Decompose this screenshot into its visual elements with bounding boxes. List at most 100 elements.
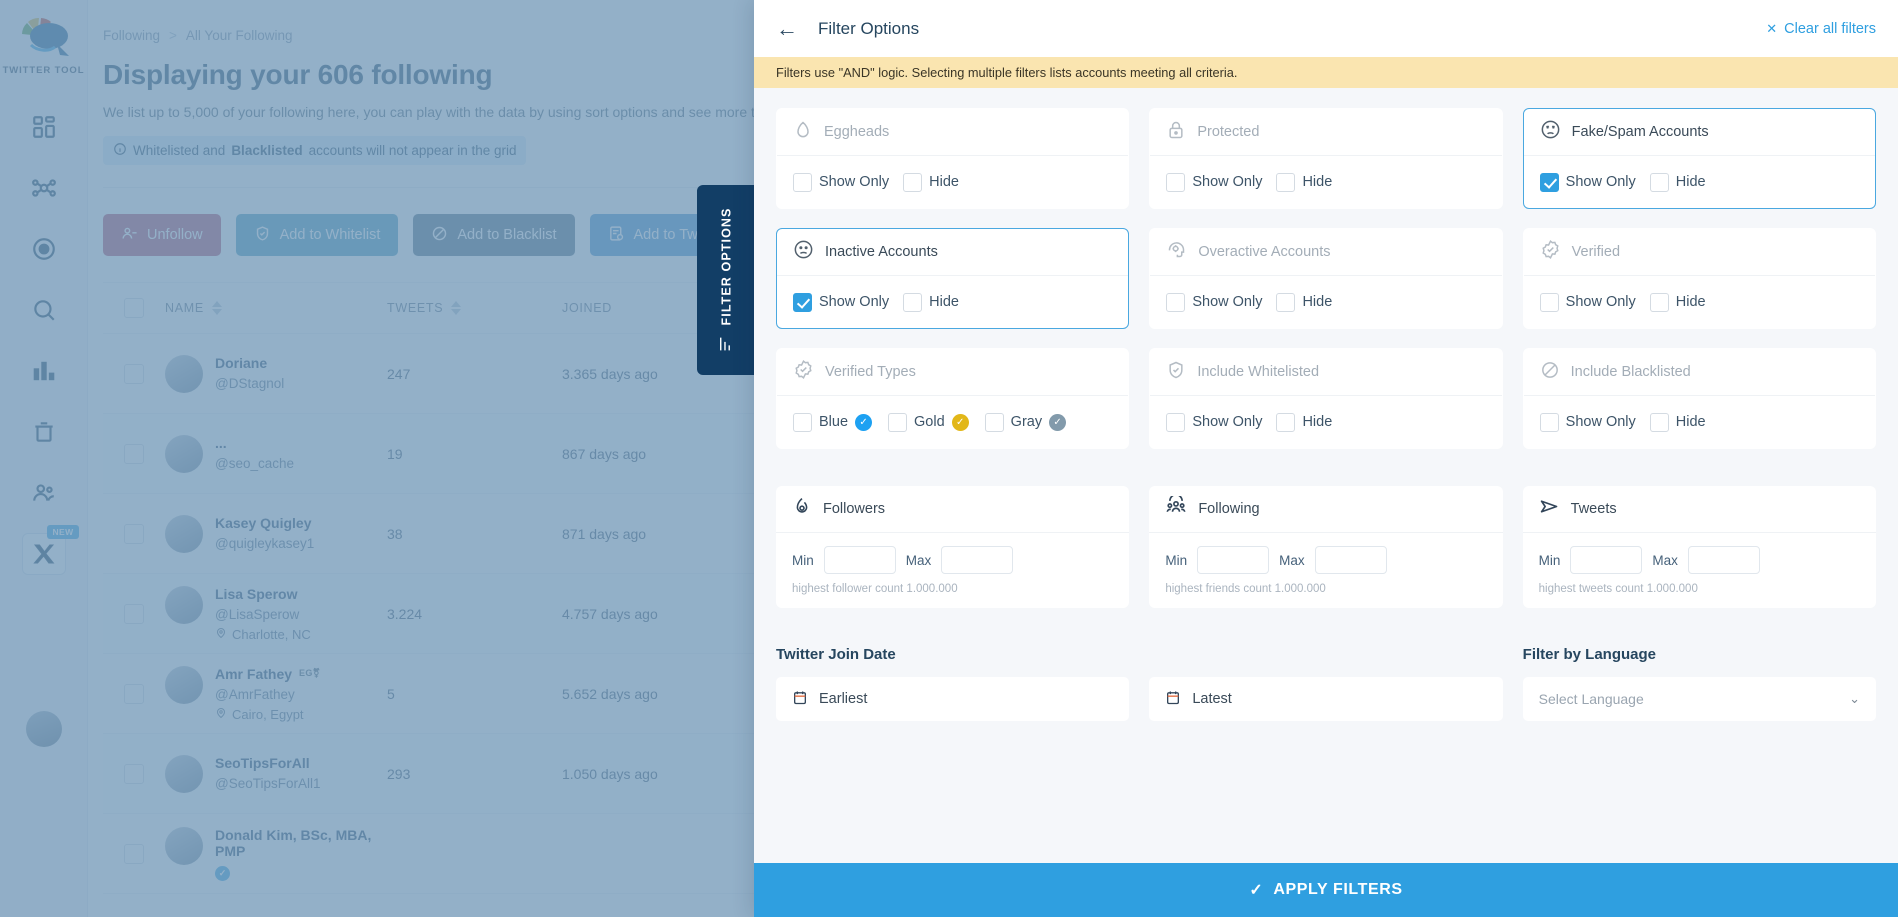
hide-option[interactable]: Hide bbox=[1649, 292, 1706, 312]
language-select[interactable]: Select Language ⌄ bbox=[1522, 677, 1876, 721]
show-only-option[interactable]: Show Only bbox=[1539, 172, 1636, 192]
hide-checkbox[interactable] bbox=[903, 172, 923, 192]
sort-name-icon[interactable] bbox=[211, 301, 222, 315]
filter-card[interactable]: Include Blacklisted Show Only Hide bbox=[1522, 348, 1876, 449]
sort-tweets-icon[interactable] bbox=[451, 301, 462, 315]
hide-checkbox[interactable] bbox=[1276, 292, 1296, 312]
hide-option[interactable]: Hide bbox=[1276, 172, 1332, 192]
column-header-joined-label: JOINED bbox=[562, 301, 613, 315]
show-only-checkbox[interactable] bbox=[1166, 412, 1186, 432]
hide-checkbox[interactable] bbox=[903, 292, 923, 312]
row-user-name-text: Kasey Quigley bbox=[215, 514, 312, 531]
verified-types-card[interactable]: Verified Types Blue ✓ Gold ✓ Gray ✓ bbox=[776, 348, 1130, 449]
hide-checkbox[interactable] bbox=[1649, 292, 1669, 312]
hide-option[interactable]: Hide bbox=[903, 292, 959, 312]
hide-option[interactable]: Hide bbox=[1649, 172, 1706, 192]
x-icon[interactable]: NEW bbox=[21, 525, 79, 575]
join-date-section: Twitter Join Date Earliest bbox=[776, 646, 1130, 721]
show-only-option[interactable]: Show Only bbox=[793, 292, 890, 312]
show-only-option[interactable]: Show Only bbox=[1166, 412, 1262, 432]
add-to-blacklist-button[interactable]: Add to Blacklist bbox=[413, 214, 575, 256]
hide-option[interactable]: Hide bbox=[903, 172, 959, 192]
sidebar-item-target[interactable] bbox=[22, 232, 66, 266]
filter-card[interactable]: Verified Show Only Hide bbox=[1522, 228, 1876, 329]
column-header-tweets[interactable]: TWEETS bbox=[387, 301, 562, 315]
range-max-input[interactable] bbox=[941, 546, 1014, 574]
row-checkbox[interactable] bbox=[124, 763, 144, 784]
verified-type-option[interactable]: Gold ✓ bbox=[888, 412, 969, 432]
apply-filters-button[interactable]: ✓ APPLY FILTERS bbox=[754, 863, 1898, 917]
row-checkbox[interactable] bbox=[124, 523, 144, 544]
show-only-checkbox[interactable] bbox=[1539, 412, 1559, 432]
clear-all-filters-button[interactable]: ✕ Clear all filters bbox=[1766, 21, 1876, 37]
filter-card[interactable]: Inactive Accounts Show Only Hide bbox=[776, 228, 1130, 329]
filter-options-panel: ← Filter Options ✕ Clear all filters Fil… bbox=[754, 0, 1898, 917]
verified-type-option[interactable]: Gray ✓ bbox=[984, 412, 1067, 432]
show-only-checkbox[interactable] bbox=[1166, 292, 1186, 312]
hide-checkbox[interactable] bbox=[1276, 412, 1296, 432]
verified-type-option[interactable]: Blue ✓ bbox=[793, 412, 873, 432]
row-checkbox[interactable] bbox=[124, 363, 144, 384]
show-only-option[interactable]: Show Only bbox=[1166, 172, 1262, 192]
filter-card[interactable]: Include Whitelisted Show Only Hide bbox=[1149, 348, 1503, 449]
sidebar-item-people[interactable] bbox=[22, 476, 66, 510]
hide-checkbox[interactable] bbox=[1649, 172, 1669, 192]
show-only-checkbox[interactable] bbox=[793, 172, 812, 192]
sidebar-item-search[interactable] bbox=[22, 293, 66, 327]
show-only-option[interactable]: Show Only bbox=[1539, 292, 1636, 312]
show-only-option[interactable]: Show Only bbox=[1539, 412, 1636, 432]
join-date-latest-field[interactable]: Latest bbox=[1149, 677, 1503, 721]
brand-logo[interactable]: TWITTER TOOL bbox=[3, 14, 85, 76]
range-max-input[interactable] bbox=[1314, 546, 1387, 574]
hide-option[interactable]: Hide bbox=[1276, 292, 1332, 312]
range-max-input[interactable] bbox=[1687, 546, 1760, 574]
range-card-label: Tweets bbox=[1570, 501, 1617, 517]
breadcrumb-root[interactable]: Following bbox=[103, 28, 160, 43]
row-user-name-text: ... bbox=[215, 434, 227, 451]
show-only-label: Show Only bbox=[819, 294, 890, 310]
verified-type-checkbox[interactable] bbox=[984, 412, 1004, 432]
show-only-option[interactable]: Show Only bbox=[793, 172, 889, 192]
row-checkbox[interactable] bbox=[124, 443, 144, 464]
hide-option[interactable]: Hide bbox=[1649, 412, 1706, 432]
row-name-cell: SeoTipsForAll @SeoTipsForAll1 bbox=[165, 754, 387, 793]
row-checkbox[interactable] bbox=[124, 843, 144, 864]
hide-label: Hide bbox=[1302, 414, 1333, 430]
row-user-name-text: Donald Kim, BSc, MBA, PMP bbox=[215, 826, 372, 859]
sidebar-item-trash[interactable] bbox=[22, 415, 66, 449]
hide-checkbox[interactable] bbox=[1276, 172, 1296, 192]
range-min-input[interactable] bbox=[1197, 546, 1270, 574]
sidebar-item-x[interactable]: NEW bbox=[21, 525, 79, 575]
filter-card[interactable]: Protected Show Only Hide bbox=[1149, 108, 1503, 209]
show-only-checkbox[interactable] bbox=[1166, 172, 1186, 192]
range-min-label: Min bbox=[792, 552, 814, 568]
range-min-input[interactable] bbox=[823, 546, 896, 574]
range-min-input[interactable] bbox=[1570, 546, 1643, 574]
column-header-name[interactable]: NAME bbox=[165, 301, 387, 315]
show-only-option[interactable]: Show Only bbox=[1166, 292, 1262, 312]
join-date-earliest-field[interactable]: Earliest bbox=[776, 677, 1130, 721]
unfollow-button[interactable]: Unfollow bbox=[103, 214, 221, 256]
breadcrumb-current[interactable]: All Your Following bbox=[186, 28, 293, 43]
row-checkbox[interactable] bbox=[124, 683, 144, 704]
sidebar-item-analytics[interactable] bbox=[22, 354, 66, 388]
select-all-checkbox[interactable] bbox=[124, 298, 144, 318]
show-only-checkbox[interactable] bbox=[793, 292, 812, 312]
avatar[interactable] bbox=[25, 711, 62, 747]
row-checkbox[interactable] bbox=[124, 603, 144, 624]
verified-type-checkbox[interactable] bbox=[888, 412, 908, 432]
hide-option[interactable]: Hide bbox=[1276, 412, 1333, 432]
filter-card[interactable]: Fake/Spam Accounts Show Only Hide bbox=[1522, 108, 1876, 209]
filter-options-tab[interactable]: FILTER OPTIONS bbox=[697, 185, 755, 375]
add-to-whitelist-button[interactable]: Add to Whitelist bbox=[235, 214, 399, 256]
arrow-left-icon[interactable]: ← bbox=[776, 17, 798, 40]
hide-checkbox[interactable] bbox=[1649, 412, 1669, 432]
ban-icon bbox=[1540, 360, 1560, 385]
filter-card[interactable]: Eggheads Show Only Hide bbox=[776, 108, 1130, 209]
verified-type-checkbox[interactable] bbox=[793, 412, 812, 432]
sidebar-item-network[interactable] bbox=[22, 171, 66, 205]
show-only-checkbox[interactable] bbox=[1539, 172, 1559, 192]
sidebar-item-dashboard[interactable] bbox=[22, 110, 66, 144]
filter-card[interactable]: Overactive Accounts Show Only Hide bbox=[1149, 228, 1503, 329]
show-only-checkbox[interactable] bbox=[1539, 292, 1559, 312]
